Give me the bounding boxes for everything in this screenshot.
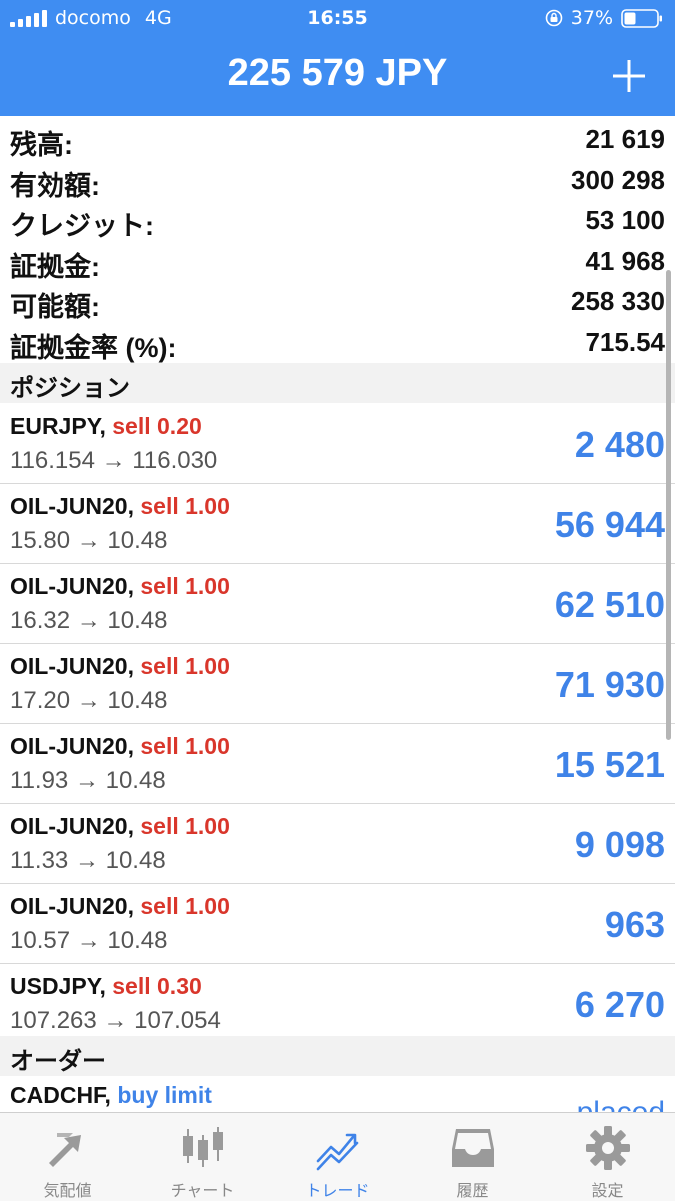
order-symbol: CADCHF,	[10, 1082, 111, 1108]
position-symbol: USDJPY,	[10, 973, 106, 999]
position-profit: 963	[604, 904, 665, 945]
candlestick-chart-icon	[182, 1127, 223, 1167]
position-profit: 56 944	[554, 504, 665, 545]
position-profit: 2 480	[574, 424, 665, 465]
position-side: sell 1.00	[140, 573, 230, 599]
position-symbol: OIL-JUN20,	[10, 813, 134, 839]
positions-section-header: ポジション	[0, 363, 675, 403]
position-side: sell 0.20	[112, 413, 202, 439]
summary-row: 有効額: 300 298	[0, 159, 675, 201]
position-prices: 10.57 → 10.48	[10, 927, 168, 954]
tab-quotes-label: 気配値	[43, 1183, 92, 1200]
position-symbol: OIL-JUN20,	[10, 573, 134, 599]
tab-chart[interactable]: チャート	[135, 1113, 270, 1201]
position-profit: 15 521	[554, 744, 665, 785]
trade-trend-icon	[316, 1133, 358, 1171]
account-summary: 残高: 21 619 有効額: 300 298 クレジット: 53 100 証拠金: 41 9…	[0, 118, 675, 363]
summary-row: クレジット: 53 100	[0, 199, 675, 242]
summary-label: 残高:	[10, 130, 73, 160]
rotation-lock-icon	[545, 9, 563, 27]
position-side: sell 1.00	[140, 893, 230, 919]
position-prices: 17.20 → 10.48	[10, 687, 168, 714]
position-profit: 9 098	[574, 824, 665, 865]
summary-value: 300 298	[571, 164, 665, 195]
tab-quotes[interactable]: 気配値	[0, 1113, 135, 1201]
tab-trade[interactable]: トレード	[270, 1113, 405, 1201]
summary-row: 可能額: 258 330	[0, 280, 675, 323]
summary-row: 残高: 21 619	[0, 118, 675, 160]
top-bar: docomo 4G 16:55 37% 225 579 JPY	[0, 0, 675, 116]
position-profit: 62 510	[554, 584, 665, 625]
tab-settings-label: 設定	[591, 1183, 624, 1200]
summary-value: 715.54	[585, 326, 665, 357]
summary-label: 有効額:	[10, 170, 100, 201]
position-side: sell 1.00	[140, 493, 230, 519]
history-tray-icon	[451, 1129, 494, 1167]
position-profit: 6 270	[574, 984, 665, 1025]
position-row[interactable]: OIL-JUN20, sell 1.00 15.80 → 10.48 56 944	[0, 484, 675, 564]
summary-row: 証拠金: 41 968	[0, 240, 675, 282]
summary-row: 証拠金率 (%): 715.54	[0, 321, 675, 363]
position-prices: 116.154 → 116.030	[10, 447, 218, 474]
tab-trade-label: トレード	[305, 1183, 370, 1200]
position-profit: 71 930	[554, 664, 665, 705]
position-prices: 11.93 → 10.48	[10, 767, 166, 794]
positions-list: EURJPY, sell 0.20 116.154 → 116.030 2 480 O…	[0, 404, 675, 1044]
position-row[interactable]: OIL-JUN20, sell 1.00 10.57 → 10.48 963	[0, 884, 675, 964]
position-row[interactable]: USDJPY, sell 0.30 107.263 → 107.054 6 270	[0, 964, 675, 1044]
position-side: sell 0.30	[112, 973, 202, 999]
summary-value: 21 619	[585, 124, 665, 154]
tab-bar: 気配値 チャート トレード 履歴 設定	[0, 1112, 675, 1201]
position-row[interactable]: EURJPY, sell 0.20 116.154 → 116.030 2 480	[0, 404, 675, 484]
order-row[interactable]: CADCHF, buy limit placed	[0, 1076, 675, 1129]
position-symbol: OIL-JUN20,	[10, 733, 134, 759]
gear-icon	[585, 1126, 630, 1170]
summary-label: 証拠金率 (%):	[10, 332, 177, 363]
position-prices: 11.33 → 10.48	[10, 847, 166, 874]
position-row[interactable]: OIL-JUN20, sell 1.00 16.32 → 10.48 62 510	[0, 564, 675, 644]
battery-percent: 37%	[570, 7, 613, 29]
position-symbol: EURJPY,	[10, 413, 106, 439]
quotes-arrows-icon	[48, 1133, 81, 1167]
position-prices: 107.263 → 107.054	[10, 1007, 221, 1034]
order-type: buy limit	[117, 1082, 212, 1108]
tab-chart-label: チャート	[170, 1183, 235, 1200]
position-row[interactable]: OIL-JUN20, sell 1.00 17.20 → 10.48 71 930	[0, 644, 675, 724]
position-row[interactable]: OIL-JUN20, sell 1.00 11.33 → 10.48 9 098	[0, 804, 675, 884]
summary-value: 53 100	[585, 205, 665, 236]
summary-value: 258 330	[571, 286, 665, 317]
position-side: sell 1.00	[140, 813, 230, 839]
summary-label: 可能額:	[10, 292, 100, 323]
tab-history[interactable]: 履歴	[405, 1113, 540, 1201]
battery-icon	[621, 8, 662, 28]
position-symbol: OIL-JUN20,	[10, 893, 134, 919]
position-symbol: OIL-JUN20,	[10, 653, 134, 679]
positions-header-label: ポジション	[10, 375, 130, 402]
orders-header-label: オーダー	[10, 1048, 106, 1075]
tab-settings[interactable]: 設定	[540, 1113, 675, 1201]
summary-label: 証拠金:	[10, 251, 100, 282]
tab-history-label: 履歴	[456, 1183, 489, 1200]
position-side: sell 1.00	[140, 653, 230, 679]
orders-section-header: オーダー	[0, 1036, 675, 1076]
position-row[interactable]: OIL-JUN20, sell 1.00 11.93 → 10.48 15 521	[0, 724, 675, 804]
status-bar: docomo 4G 16:55 37%	[0, 0, 675, 38]
position-symbol: OIL-JUN20,	[10, 493, 134, 519]
position-prices: 16.32 → 10.48	[10, 607, 168, 634]
summary-label: クレジット:	[10, 211, 154, 242]
scrollbar[interactable]	[666, 270, 671, 740]
plus-icon[interactable]	[611, 58, 647, 94]
position-side: sell 1.00	[140, 733, 230, 759]
position-prices: 15.80 → 10.48	[10, 527, 168, 554]
balance-title: 225 579 JPY	[227, 52, 448, 94]
summary-value: 41 968	[585, 245, 665, 276]
